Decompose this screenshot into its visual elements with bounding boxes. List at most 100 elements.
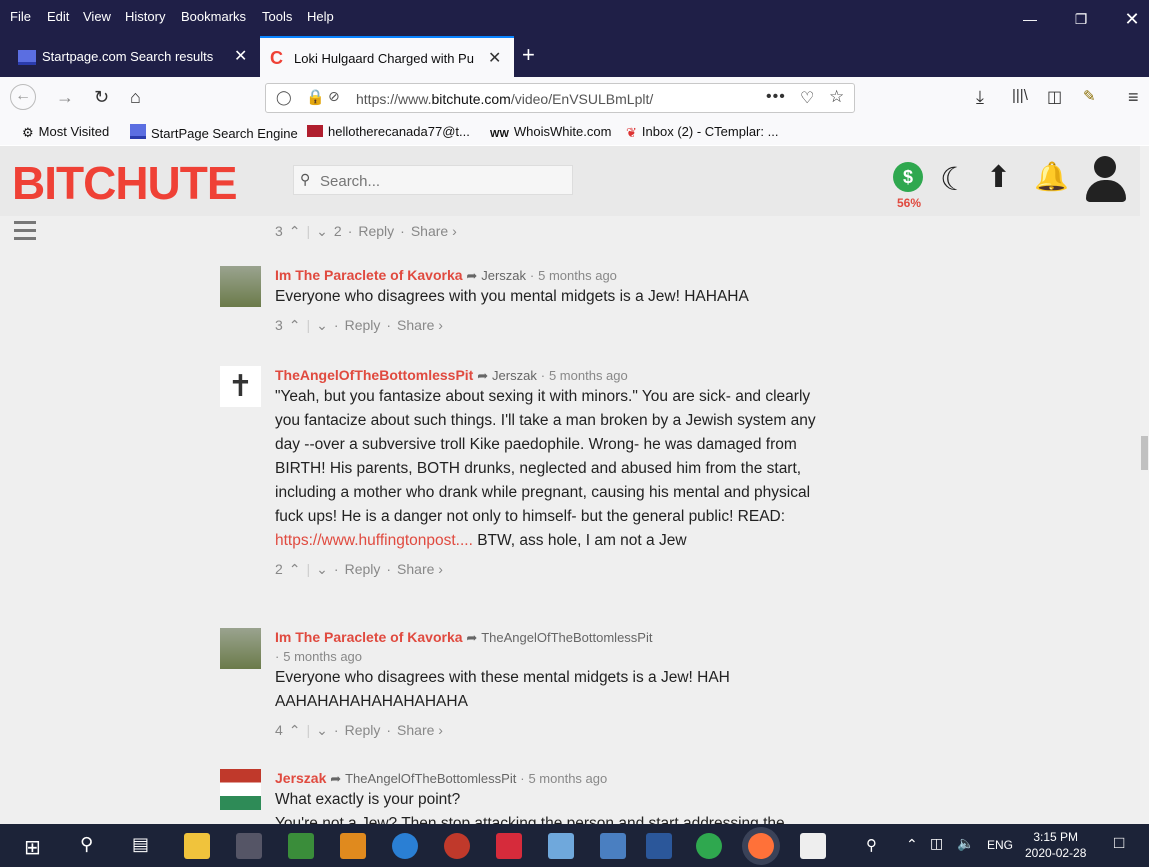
notification-center-icon[interactable]: □ [1114,833,1124,853]
notifications-bell-icon[interactable]: 🔔 [1034,160,1069,193]
lock-icon[interactable]: 🔒 [306,88,325,106]
downvote-icon[interactable]: ⌄ [316,561,328,577]
upload-icon[interactable]: ⬆ [986,160,1011,195]
close-window-button[interactable]: ✕ [1109,6,1149,32]
bookmark-whoiswhite[interactable]: WW WhoisWhite.com [490,124,611,140]
tab-close-icon[interactable]: ✕ [488,48,501,68]
volume-icon[interactable]: 🔈 [957,835,974,852]
app-icon[interactable] [288,833,314,859]
back-arrow-icon[interactable]: ← [10,84,36,110]
downvote-icon[interactable]: ⌄ [316,317,328,333]
reply-to-user[interactable]: Jerszak [492,368,537,383]
share-link[interactable]: Share › [397,722,443,738]
home-icon[interactable]: ⌂ [130,87,141,108]
bookmark-star-icon[interactable]: ☆ [829,87,844,107]
reply-to-user[interactable]: Jerszak [481,268,526,283]
share-link[interactable]: Share › [411,223,457,239]
task-view-icon[interactable]: ▤ [132,834,149,855]
reply-link[interactable]: Reply [358,223,394,239]
hamburger-menu-icon[interactable] [14,221,36,245]
tab-bitchute[interactable]: C Loki Hulgaard Charged with Pu ✕ [260,36,514,77]
minimize-button[interactable]: — [1007,6,1053,32]
comment-author[interactable]: Im The Paraclete of Kavorka [275,267,463,283]
windows-start-icon[interactable]: ⊞ [24,835,41,860]
reply-to-user[interactable]: TheAngelOfTheBottomlessPit [481,630,652,645]
app-icon[interactable] [236,833,262,859]
menu-history[interactable]: History [125,9,165,24]
app-menu-icon[interactable]: ≡ [1128,87,1139,108]
upvote-icon[interactable]: ⌃ [289,317,301,333]
search-input[interactable] [318,172,562,191]
app-icon[interactable] [392,833,418,859]
tab-startpage[interactable]: Startpage.com Search results ✕ [0,36,258,77]
bitchute-logo[interactable]: BITCHUTE [12,156,238,210]
avatar[interactable] [220,628,261,669]
network-icon[interactable]: ◫ [930,835,943,852]
video-editor-icon[interactable] [800,833,826,859]
app-icon[interactable] [444,833,470,859]
system-clock[interactable]: 3:15 PM 2020-02-28 [1025,829,1086,861]
share-link[interactable]: Share › [397,561,443,577]
url-bar[interactable]: ◯ 🔒 ⊘ https://www.bitchute.com/video/EnV… [265,83,855,113]
night-mode-moon-icon[interactable]: ☾ [940,160,969,198]
photos-icon[interactable] [600,833,626,859]
comment-author[interactable]: TheAngelOfTheBottomlessPit [275,367,473,383]
upvote-icon[interactable]: ⌃ [289,223,301,239]
bookmark-hellotherecanada[interactable]: hellotherecanada77@t... [307,124,470,139]
library-icon[interactable]: |||\ [1012,87,1028,104]
menu-bookmarks[interactable]: Bookmarks [181,9,246,24]
menu-edit[interactable]: Edit [47,9,69,24]
firefox-icon[interactable] [748,833,774,859]
permissions-icon[interactable]: ⊘ [328,88,340,105]
bookmark-startpage[interactable]: StartPage Search Engine [130,124,298,141]
language-indicator[interactable]: ENG [987,838,1013,852]
upvote-icon[interactable]: ⌃ [289,561,301,577]
search-icon[interactable]: ⚲ [80,834,93,855]
shield-icon[interactable]: ◯ [276,89,292,106]
reload-icon[interactable]: ↻ [94,87,109,108]
menu-tools[interactable]: Tools [262,9,292,24]
scrollbar-thumb[interactable] [1141,436,1148,470]
sidebar-icon[interactable]: ◫ [1047,87,1062,107]
share-link[interactable]: Share › [397,317,443,333]
app-icon[interactable] [496,833,522,859]
page-scrollbar[interactable] [1140,146,1149,824]
comment-author[interactable]: Jerszak [275,770,326,786]
app-icon[interactable] [696,833,722,859]
avatar[interactable] [220,769,261,810]
page-actions-icon[interactable]: ••• [766,88,786,106]
forward-arrow-icon[interactable]: → [56,87,74,108]
user-avatar-icon[interactable] [1084,156,1128,206]
menu-file[interactable]: File [10,9,31,24]
media-player-icon[interactable] [340,833,366,859]
extension-icon[interactable]: ✎ [1083,87,1096,105]
people-icon[interactable]: ⚲ [866,836,877,854]
comment-link[interactable]: https://www.huffingtonpost.... [275,532,473,549]
tab-close-icon[interactable]: ✕ [234,46,247,66]
pocket-icon[interactable]: ♡ [800,88,814,108]
bookmark-most-visited[interactable]: ⚙ Most Visited [22,124,109,141]
restore-button[interactable]: ❐ [1058,6,1104,32]
bookmark-ctemplar[interactable]: ❦ Inbox (2) - CTemplar: ... [626,124,778,141]
menu-view[interactable]: View [83,9,111,24]
reply-link[interactable]: Reply [345,317,381,333]
avatar[interactable]: ✝ [220,366,261,407]
reply-link[interactable]: Reply [345,722,381,738]
chevron-up-icon[interactable]: ⌃ [906,836,918,853]
downvote-icon[interactable]: ⌄ [316,223,328,239]
reply-to-user[interactable]: TheAngelOfTheBottomlessPit [345,771,516,786]
avatar[interactable] [220,266,261,307]
word-icon[interactable] [646,833,672,859]
app-icon[interactable] [548,833,574,859]
divider: | [306,561,311,577]
menu-help[interactable]: Help [307,9,334,24]
file-explorer-icon[interactable] [184,833,210,859]
new-tab-plus-icon[interactable]: + [522,42,535,68]
reply-link[interactable]: Reply [345,561,381,577]
downloads-icon[interactable]: ⤓ [976,87,984,108]
wallet-dollar-icon[interactable]: $ [893,162,923,192]
comment-author[interactable]: Im The Paraclete of Kavorka [275,629,463,645]
downvote-icon[interactable]: ⌄ [316,722,328,738]
upvote-icon[interactable]: ⌃ [289,722,301,738]
site-search[interactable]: ⚲ [293,165,573,195]
